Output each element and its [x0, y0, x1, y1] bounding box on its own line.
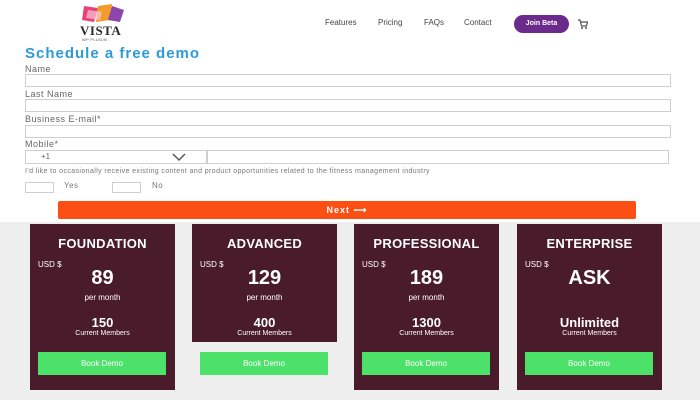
plan-card-advanced: ADVANCED USD $ 129 per month 400 Current… — [192, 224, 337, 342]
nav-link-contact[interactable]: Contact — [464, 18, 492, 27]
next-button[interactable]: Next ⟶ — [58, 201, 636, 219]
plan-period: per month — [246, 293, 283, 302]
consent-text: I'd like to occasionally receive existin… — [25, 168, 430, 175]
consent-yes-checkbox[interactable] — [25, 182, 54, 193]
plan-price: 89 — [91, 267, 114, 289]
book-demo-button[interactable]: Book Demo — [200, 352, 328, 375]
chevron-down-icon — [172, 153, 186, 162]
email-input[interactable] — [25, 125, 671, 138]
country-code-value: +1 — [41, 152, 51, 161]
plan-members-label: Current Members — [399, 330, 454, 337]
name-input[interactable] — [25, 74, 671, 87]
plan-members-label: Current Members — [75, 330, 130, 337]
plan-name: ADVANCED — [226, 236, 303, 251]
last-name-label: Last Name — [25, 89, 74, 99]
consent-yes-label: Yes — [64, 181, 79, 190]
plan-price: 189 — [409, 267, 444, 289]
book-demo-button[interactable]: Book Demo — [38, 352, 166, 375]
top-nav: VISTA WP PLUGIN Features Pricing FAQs Co… — [0, 0, 700, 50]
plan-name: ENTERPRISE — [546, 236, 633, 251]
brand-tagline: WP PLUGIN — [82, 37, 108, 42]
brand-logo[interactable]: VISTA WP PLUGIN — [78, 4, 128, 44]
last-name-input[interactable] — [25, 99, 671, 112]
plan-price: ASK — [568, 267, 611, 289]
book-demo-button[interactable]: Book Demo — [525, 352, 653, 375]
name-label: Name — [25, 64, 52, 74]
plan-members-count: Unlimited — [559, 315, 620, 330]
email-label: Business E-mail* — [25, 114, 102, 124]
plan-price: 129 — [247, 267, 282, 289]
mobile-input[interactable] — [207, 150, 669, 164]
consent-no-label: No — [152, 181, 164, 190]
nav-link-pricing[interactable]: Pricing — [378, 18, 402, 27]
plan-members-label: Current Members — [562, 330, 617, 337]
plan-members-count: 150 — [91, 315, 114, 330]
plan-members-label: Current Members — [237, 330, 292, 337]
plan-period: per month — [408, 293, 445, 302]
nav-link-features[interactable]: Features — [325, 18, 357, 27]
plan-members-count: 400 — [253, 315, 276, 330]
plan-name: PROFESSIONAL — [373, 236, 480, 251]
plan-card-professional: PROFESSIONAL USD $ 189 per month 1300 Cu… — [354, 224, 499, 390]
consent-no-checkbox[interactable] — [112, 182, 141, 193]
mobile-label: Mobile* — [25, 139, 59, 149]
plan-card-foundation: FOUNDATION USD $ 89 per month 150 Curren… — [30, 224, 175, 390]
plan-card-enterprise: ENTERPRISE USD $ ASK Unlimited Current M… — [517, 224, 662, 390]
cart-icon[interactable] — [578, 17, 589, 29]
nav-link-faqs[interactable]: FAQs — [424, 18, 444, 27]
country-code-select[interactable]: +1 — [25, 150, 207, 164]
form-title: Schedule a free demo — [25, 45, 201, 62]
book-demo-button[interactable]: Book Demo — [362, 352, 490, 375]
plan-name: FOUNDATION — [58, 236, 147, 251]
plan-period: per month — [84, 293, 121, 302]
join-beta-button[interactable]: Join Beta — [514, 15, 569, 33]
plan-members-count: 1300 — [412, 315, 441, 330]
